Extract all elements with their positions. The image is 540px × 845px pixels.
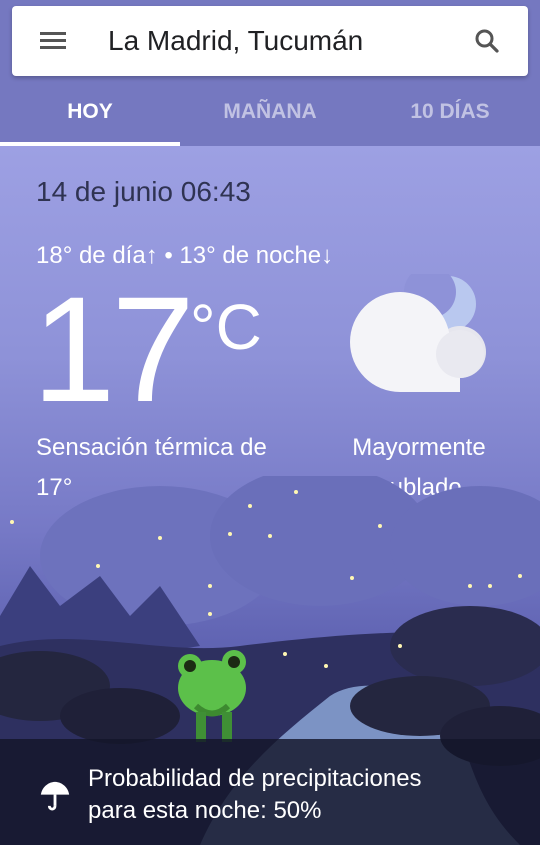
precipitation-text: Probabilidad de precipitaciones para est… xyxy=(88,763,518,827)
feels-like-line1: Sensación térmica de xyxy=(36,434,267,461)
tab-tomorrow[interactable]: MAÑANA xyxy=(180,78,360,146)
search-icon[interactable] xyxy=(472,26,502,56)
tab-today[interactable]: HOY xyxy=(0,78,180,146)
date-time: 14 de junio 06:43 xyxy=(36,176,251,207)
tab-10-days[interactable]: 10 DÍAS xyxy=(360,78,540,146)
precip-line1: Probabilidad de precipitaciones xyxy=(88,765,422,792)
menu-icon[interactable] xyxy=(38,28,68,54)
partly-cloudy-night-icon xyxy=(350,274,486,392)
precip-line2: para esta noche: 50% xyxy=(88,797,322,824)
location-text[interactable]: La Madrid, Tucumán xyxy=(108,25,363,57)
umbrella-icon xyxy=(40,781,70,811)
app-bar: La Madrid, Tucumán HOY MAÑANA 10 DÍAS xyxy=(0,0,540,146)
temperature-unit: °C xyxy=(190,291,262,363)
search-box[interactable]: La Madrid, Tucumán xyxy=(12,6,528,76)
precipitation-bar: Probabilidad de precipitaciones para est… xyxy=(0,739,540,845)
current-temperature: 17 xyxy=(32,265,195,433)
tab-bar: HOY MAÑANA 10 DÍAS xyxy=(0,78,540,146)
condition-line1: Mayormente xyxy=(352,434,486,461)
